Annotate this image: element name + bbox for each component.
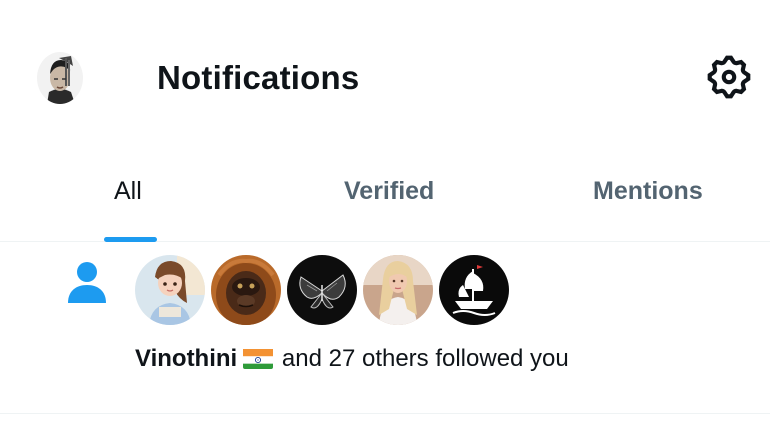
tab-mentions-label: Mentions [593, 177, 703, 205]
header: Notifications [0, 0, 770, 150]
cartoon-girl-avatar[interactable] [135, 255, 205, 325]
tab-mentions[interactable]: Mentions [520, 150, 770, 241]
user-avatar-icon [37, 52, 83, 104]
gear-icon [707, 55, 751, 99]
page-title: Notifications [157, 59, 360, 96]
notification-tabs: All Verified Mentions [0, 150, 770, 242]
tab-verified-label: Verified [344, 177, 435, 205]
settings-button[interactable] [704, 52, 754, 102]
notifications-screen: Notifications All Verified Mentions Vino… [0, 0, 770, 423]
profile-avatar[interactable] [37, 52, 83, 104]
tab-verified[interactable]: Verified [260, 150, 520, 241]
orangutan-avatar[interactable] [211, 255, 281, 325]
ship-logo-avatar[interactable] [439, 255, 509, 325]
follower-name[interactable]: Vinothini [135, 345, 237, 372]
india-flag-icon [243, 347, 274, 369]
butterfly-avatar[interactable] [287, 255, 357, 325]
person-icon [66, 260, 108, 304]
blonde-woman-avatar[interactable] [363, 255, 433, 325]
tab-all-label: All [114, 177, 142, 205]
notification-message: and 27 others followed you [281, 345, 569, 372]
notification-text: Vinothini and 27 others followed you [135, 342, 569, 376]
tab-all[interactable]: All [0, 150, 260, 242]
follow-notification[interactable]: Vinothini and 27 others followed you [0, 242, 770, 414]
